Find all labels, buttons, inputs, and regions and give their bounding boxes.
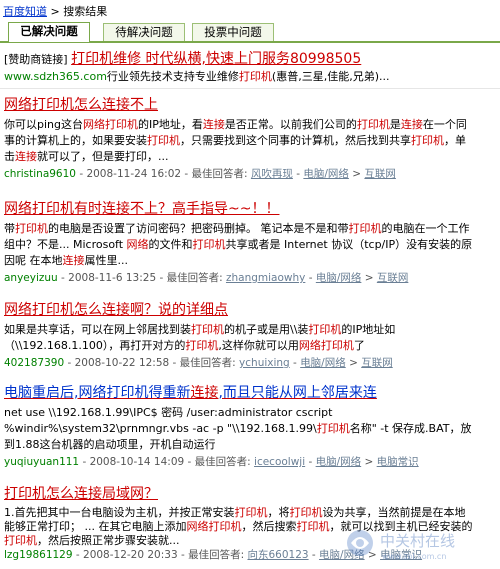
sponsor-desc-highlight: 打印机 — [238, 70, 272, 83]
result-meta: 402187390 - 2008-10-22 12:58 - 最佳回答者: yc… — [4, 356, 474, 371]
post-date: - 2008-11-24 16:02 - 最佳回答者: — [75, 168, 251, 180]
title-keyword: 连接 — [190, 385, 219, 401]
title-text: 网络打印机有时 — [4, 201, 102, 217]
meta-separator: > — [345, 357, 362, 369]
meta-separator: - — [289, 357, 301, 369]
meta-separator: > — [348, 168, 365, 180]
result-meta: christina9610 - 2008-11-24 16:02 - 最佳回答者… — [4, 167, 474, 182]
sponsor-desc-tail: (惠普,三星,佳能,兄弟)... — [271, 70, 390, 83]
subcategory-link[interactable]: 电脑常识 — [377, 456, 419, 468]
meta-separator: - — [305, 456, 316, 468]
watermark-logo: 中关村在线 www.zol.com.cn — [342, 525, 492, 565]
meta-separator: > — [361, 456, 377, 468]
result-meta: anyeyizuu - 2008-11-6 13:25 - 最佳回答者: zha… — [4, 271, 474, 286]
asker-name[interactable]: yuqiuyuan111 — [4, 456, 79, 468]
asker-name[interactable]: 402187390 — [4, 357, 64, 369]
sponsor-url[interactable]: www.sdzh365.com — [4, 70, 107, 83]
subcategory-link[interactable]: 互联网 — [364, 168, 396, 180]
result-item: 网络打印机怎么连接啊？说的详细点 如果是共享话，可以在网上邻居找到装打印机的机子… — [4, 301, 474, 371]
result-snippet: 如果是共享话，可以在网上邻居找到装打印机的机子或是用\\装打印机的IP地址如（\… — [4, 323, 396, 352]
category-link[interactable]: 电脑/网络 — [316, 272, 362, 284]
title-text: 不上？高手指导~~！！ — [130, 201, 280, 217]
sponsor-title-link[interactable]: 打印机维修 时代纵横,快速上门服务80998505 — [71, 51, 361, 67]
tab-bar: 已解决问题 待解决问题 投票中问题 — [0, 21, 500, 43]
title-text: 网络打印机怎么 — [4, 97, 102, 113]
result-title-link[interactable]: 网络打印机怎么连接啊？说的详细点 — [4, 301, 474, 319]
result-title-link[interactable]: 网络打印机怎么连接不上 — [4, 96, 474, 114]
tab-voting[interactable]: 投票中问题 — [192, 23, 274, 41]
meta-separator: - — [292, 168, 304, 180]
answerer-link[interactable]: 风吹再现 — [251, 168, 293, 180]
asker-name[interactable]: anyeyizuu — [4, 272, 58, 284]
title-keyword: 连接 — [102, 201, 130, 217]
result-item: 电脑重启后,网络打印机得重新连接,而且只能从网上邻居来连 net use \\1… — [4, 384, 474, 470]
tab-solved[interactable]: 已解决问题 — [8, 22, 90, 42]
result-title-link[interactable]: 打印机怎么连接局域网？ — [4, 485, 474, 503]
title-text: ,而且只能从网上邻居来连 — [218, 385, 377, 401]
tab-pending[interactable]: 待解决问题 — [103, 23, 185, 41]
meta-separator: - — [308, 549, 320, 561]
title-text: 局域网？ — [102, 486, 158, 502]
subcategory-link[interactable]: 互联网 — [361, 357, 393, 369]
result-snippet: 带打印机的电脑是否设置了访问密码？把密码删掉。 笔记本是不是和带打印机的电脑在一… — [4, 222, 473, 267]
result-meta: yuqiuyuan111 - 2008-10-14 14:09 - 最佳回答者:… — [4, 455, 474, 470]
meta-separator: - — [305, 272, 316, 284]
post-date: - 2008-10-22 12:58 - 最佳回答者: — [64, 357, 240, 369]
asker-name[interactable]: christina9610 — [4, 168, 76, 180]
title-text: 电脑重启后,网络打印机得重新 — [4, 385, 191, 401]
sponsor-desc-text: 行业领先技术支持专业维修 — [106, 70, 239, 83]
answerer-link[interactable]: ychuixing — [239, 357, 290, 369]
title-keyword: 连接 — [74, 486, 102, 502]
post-date: - 2008-10-14 14:09 - 最佳回答者: — [79, 456, 255, 468]
sponsored-ad: [赞助商链接] 打印机维修 时代纵横,快速上门服务80998505 — [4, 48, 361, 68]
result-snippet: net use \\192.168.1.99\IPC$ 密码 /user:adm… — [4, 406, 472, 451]
result-title-link[interactable]: 网络打印机有时连接不上？高手指导~~！！ — [4, 200, 474, 218]
zol-logo-icon: 中关村在线 www.zol.com.cn — [347, 530, 455, 561]
breadcrumb: 百度知道 > 搜索结果 — [3, 3, 107, 19]
result-item: 网络打印机有时连接不上？高手指导~~！！ 带打印机的电脑是否设置了访问密码？把密… — [4, 200, 474, 286]
answerer-link[interactable]: icecoolwji — [254, 456, 305, 468]
watermark-site: 中关村在线 — [380, 532, 455, 550]
watermark-url: www.zol.com.cn — [382, 552, 446, 561]
breadcrumb-home-link[interactable]: 百度知道 — [3, 5, 47, 18]
answerer-link[interactable]: zhangmiaowhy — [226, 272, 305, 284]
category-link[interactable]: 电脑/网络 — [303, 168, 349, 180]
result-title-link[interactable]: 电脑重启后,网络打印机得重新连接,而且只能从网上邻居来连 — [4, 384, 474, 402]
category-link[interactable]: 电脑/网络 — [300, 357, 346, 369]
title-text: 打印机怎么 — [4, 486, 74, 502]
meta-separator: > — [361, 272, 377, 284]
title-text: 啊？说的详细点 — [130, 302, 228, 318]
divider — [0, 88, 500, 89]
result-snippet: 你可以ping这台网络打印机的IP地址，看连接是否正常。以前我们公司的打印机是连… — [4, 118, 467, 163]
title-keyword: 连接 — [102, 97, 130, 113]
answerer-link[interactable]: 向东660123 — [247, 549, 308, 561]
title-text: 网络打印机怎么 — [4, 302, 102, 318]
post-date: - 2008-11-6 13:25 - 最佳回答者: — [57, 272, 226, 284]
breadcrumb-current: 搜索结果 — [63, 5, 108, 18]
title-keyword: 连接 — [102, 302, 130, 318]
category-link[interactable]: 电脑/网络 — [316, 456, 362, 468]
title-text: 不上 — [130, 97, 158, 113]
breadcrumb-separator: > — [47, 5, 64, 18]
result-item: 网络打印机怎么连接不上 你可以ping这台网络打印机的IP地址，看连接是否正常。… — [4, 96, 474, 182]
asker-name[interactable]: lzg19861129 — [4, 549, 73, 561]
post-date: - 2008-12-20 20:33 - 最佳回答者: — [72, 549, 248, 561]
sponsor-tag: [赞助商链接] — [4, 53, 68, 66]
subcategory-link[interactable]: 互联网 — [377, 272, 409, 284]
sponsor-desc: www.sdzh365.com行业领先技术支持专业维修打印机(惠普,三星,佳能,… — [4, 68, 389, 84]
